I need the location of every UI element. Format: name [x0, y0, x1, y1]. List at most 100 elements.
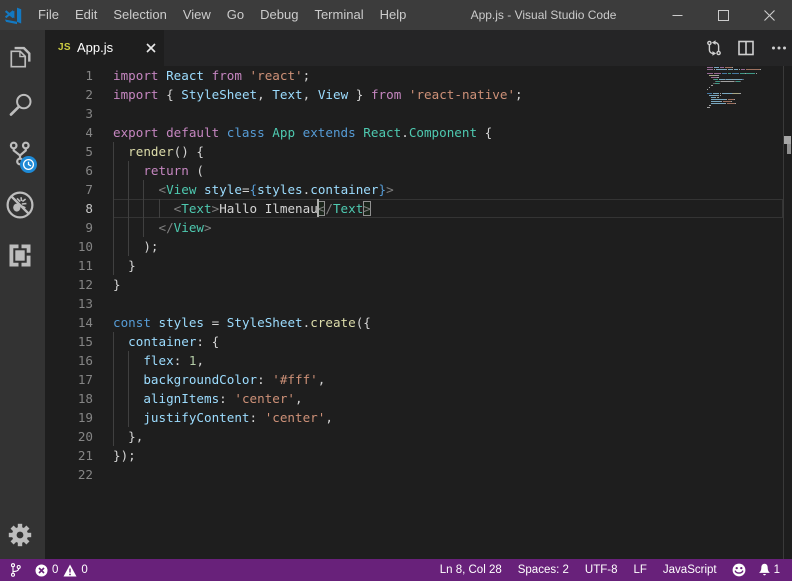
notifications-item[interactable]: 1: [753, 559, 786, 581]
menu-selection[interactable]: Selection: [105, 0, 174, 30]
code-token: [113, 391, 143, 406]
indentation[interactable]: Spaces: 2: [510, 564, 577, 576]
code-token: [219, 125, 227, 140]
code-line: <View style={styles.container}>: [113, 180, 394, 199]
code-token: });: [113, 448, 136, 463]
code-token: [295, 125, 303, 140]
smiley-icon: [732, 563, 746, 577]
code-line: return (: [113, 161, 204, 180]
cursor-position[interactable]: Ln 8, Col 28: [432, 564, 510, 576]
eol[interactable]: LF: [625, 564, 654, 576]
tab-appjs[interactable]: JS App.js: [45, 30, 164, 66]
menu-edit[interactable]: Edit: [67, 0, 105, 30]
minimap-token: [726, 99, 727, 100]
sidebar-item-explorer[interactable]: [0, 32, 40, 80]
minimap-token: [707, 69, 713, 70]
code-token: );: [143, 239, 158, 254]
code-token: =: [242, 182, 250, 197]
javascript-file-icon: JS: [58, 42, 71, 53]
code-token: [242, 68, 250, 83]
status-left: 0 0: [0, 559, 88, 581]
line-number: 4: [45, 123, 93, 142]
line-number: 11: [45, 256, 93, 275]
manage-button[interactable]: [0, 511, 40, 559]
sidebar-item-source-control[interactable]: [0, 131, 40, 179]
minimap-token: [707, 89, 708, 90]
open-changes-icon[interactable]: [706, 40, 722, 56]
warning-icon: [63, 564, 77, 577]
code-line: alignItems: 'center',: [113, 389, 303, 408]
minimap-token: [725, 67, 732, 68]
code-token: [113, 144, 128, 159]
line-number: 21: [45, 446, 93, 465]
minimap-token: [715, 97, 716, 98]
line-number: 20: [45, 427, 93, 446]
overview-match-marker: [787, 144, 791, 154]
line-number: 18: [45, 389, 93, 408]
minimap-token: [746, 69, 760, 70]
minimap-token: [741, 69, 745, 70]
line-number: 19: [45, 408, 93, 427]
minimap-token: [725, 103, 726, 104]
menu-view[interactable]: View: [175, 0, 219, 30]
feedback-item[interactable]: [725, 559, 753, 581]
minimap-token: [719, 83, 720, 84]
code-token: ({: [356, 315, 371, 330]
minimap-token: [727, 103, 735, 104]
warning-count: 0: [81, 564, 87, 576]
bell-icon: [758, 563, 771, 577]
problems-item[interactable]: 0 0: [35, 559, 88, 581]
minimap-token: [720, 93, 721, 94]
menu-debug[interactable]: Debug: [252, 0, 306, 30]
vscode-window: FileEditSelectionViewGoDebugTerminalHelp…: [0, 0, 792, 581]
line-number: 3: [45, 104, 93, 123]
minimap-token: [714, 79, 718, 80]
code-token: {: [485, 125, 493, 140]
more-actions-icon[interactable]: [771, 40, 787, 56]
code-token: flex: [143, 353, 173, 368]
sidebar-item-debug[interactable]: [0, 181, 40, 229]
line-number: 7: [45, 180, 93, 199]
language-mode[interactable]: JavaScript: [655, 564, 725, 576]
code-token: React: [363, 125, 401, 140]
line-number: 15: [45, 332, 93, 351]
minimap-token: [721, 81, 734, 82]
encoding[interactable]: UTF-8: [577, 564, 626, 576]
code-token: from: [212, 68, 242, 83]
minimap-token: [722, 93, 732, 94]
split-editor-icon[interactable]: [738, 40, 754, 56]
code-line: container: {: [113, 332, 219, 351]
window-title: App.js - Visual Studio Code: [403, 0, 684, 30]
status-bar: 0 0 Ln 8, Col 28 Spaces: 2 UTF-8 LF Java…: [0, 559, 792, 581]
close-button[interactable]: [746, 0, 792, 30]
editor[interactable]: 12345678910111213141516171819202122 impo…: [45, 66, 792, 559]
minimap-token: [735, 103, 736, 104]
git-branch-item[interactable]: [10, 559, 35, 581]
sidebar-item-search[interactable]: [0, 81, 40, 129]
minimap[interactable]: [707, 66, 777, 116]
code-token: [113, 201, 174, 216]
menu-file[interactable]: File: [30, 0, 67, 30]
sidebar-item-extensions[interactable]: [0, 231, 40, 279]
minimap-token: [720, 95, 721, 96]
minimap-token: [714, 67, 719, 68]
tab-close-button[interactable]: [143, 40, 159, 56]
code-token: return: [143, 163, 189, 178]
search-icon: [9, 93, 32, 117]
code-token: .: [401, 125, 409, 140]
maximize-button[interactable]: [700, 0, 746, 30]
code-token: StyleSheet: [181, 87, 257, 102]
debug-icon: [6, 191, 34, 219]
menu-terminal[interactable]: Terminal: [306, 0, 371, 30]
notification-count: 1: [774, 564, 780, 576]
code-token: [159, 125, 167, 140]
code-token: class: [227, 125, 265, 140]
menu-go[interactable]: Go: [219, 0, 252, 30]
code-token: :: [196, 334, 204, 349]
minimize-button[interactable]: [654, 0, 700, 30]
minimize-icon: [672, 10, 683, 21]
code-token: <: [159, 182, 167, 197]
code-token: [257, 410, 265, 425]
code-token: import: [113, 87, 159, 102]
code-token: }: [128, 258, 136, 273]
